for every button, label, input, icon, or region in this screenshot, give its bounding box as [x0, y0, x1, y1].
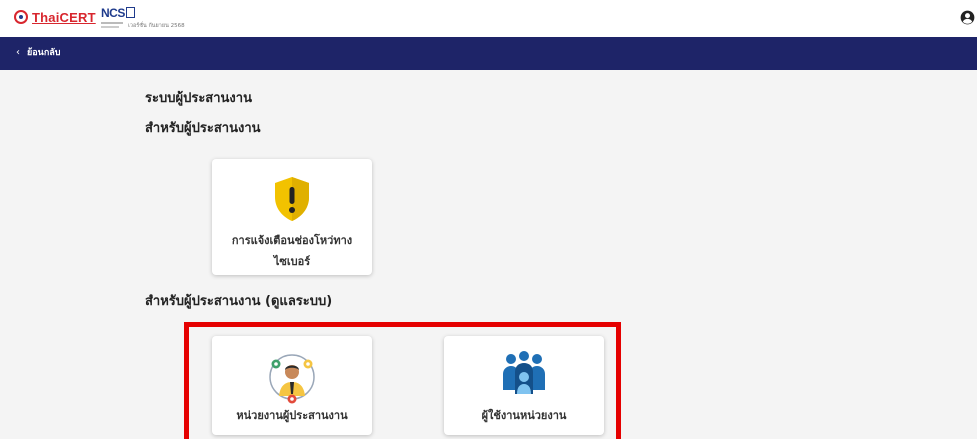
back-button[interactable]: ‹ ย้อนกลับ	[16, 47, 61, 59]
agency-card-label: หน่วยงานผู้ประสานงาน	[236, 409, 348, 422]
version-text: เวอร์ชั่น กันยายน 2568	[128, 23, 185, 29]
user-account-icon[interactable]	[960, 10, 975, 25]
section-title-coordinator: สำหรับผู้ประสานงาน	[145, 121, 261, 136]
ncsa-logo-mark	[126, 7, 135, 18]
ncsa-logo-text: NCS	[101, 6, 125, 20]
alert-card-label-line2: ไซเบอร์	[273, 255, 311, 268]
thaicert-logo-mark	[14, 10, 28, 24]
top-header: ThaiCERT NCS เวอร์ชั่น กันยายน 2568	[0, 0, 977, 37]
agency-person-icon	[269, 354, 315, 404]
back-button-label: ย้อนกลับ	[27, 48, 61, 58]
thaicert-logo[interactable]: ThaiCERT	[14, 9, 96, 25]
chevron-left-icon: ‹	[16, 47, 20, 58]
ncsa-logo-line	[101, 22, 123, 24]
agency-users-card[interactable]: ผู้ใช้งานหน่วยงาน	[444, 336, 604, 435]
page-title: ระบบผู้ประสานงาน	[145, 91, 252, 106]
warning-shield-icon	[275, 177, 309, 221]
users-card-label: ผู้ใช้งานหน่วยงาน	[481, 409, 567, 422]
ncsa-logo-line-2	[101, 26, 119, 28]
users-group-icon	[503, 351, 545, 394]
navigation-bar: ‹ ย้อนกลับ	[0, 37, 977, 70]
cyber-vulnerability-alert-card[interactable]: การแจ้งเตือนช่องโหว่ทาง ไซเบอร์	[212, 159, 372, 275]
ncsa-logo: NCS เวอร์ชั่น กันยายน 2568	[101, 6, 201, 32]
alert-card-label-line1: การแจ้งเตือนช่องโหว่ทาง	[231, 234, 353, 247]
section-title-admin: สำหรับผู้ประสานงาน (ดูแลระบบ)	[145, 294, 333, 309]
coordinator-agency-card[interactable]: หน่วยงานผู้ประสานงาน	[212, 336, 372, 435]
alert-card-label: การแจ้งเตือนช่องโหว่ทาง ไซเบอร์	[220, 230, 364, 272]
thaicert-logo-text: ThaiCERT	[32, 9, 96, 25]
